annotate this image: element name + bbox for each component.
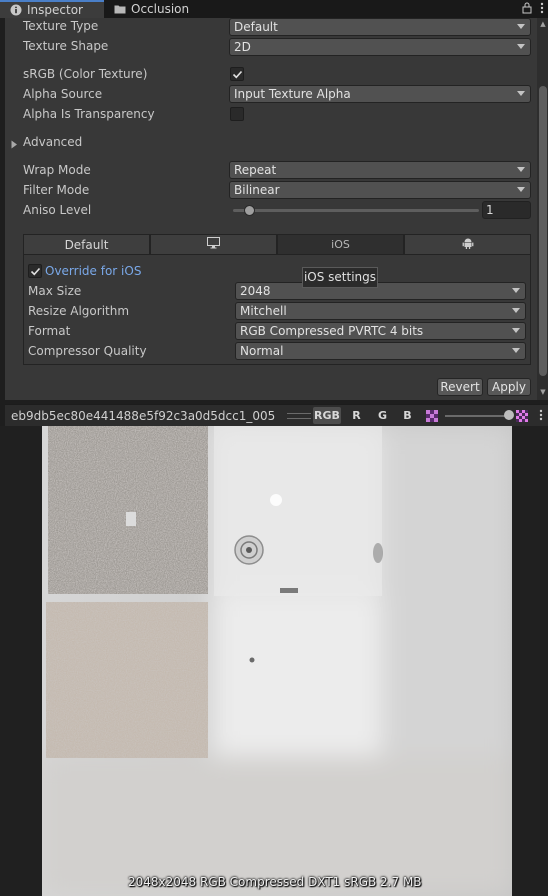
tab-inspector[interactable]: Inspector [0, 0, 104, 18]
max-size-label: Max Size [28, 284, 82, 298]
tab-occlusion[interactable]: Occlusion [104, 0, 200, 18]
wrap-mode-label: Wrap Mode [23, 163, 91, 177]
aniso-level-label: Aniso Level [23, 203, 92, 217]
more-options-icon[interactable] [540, 2, 544, 17]
texture-shape-label: Texture Shape [23, 39, 109, 53]
alpha-source-dropdown[interactable]: Input Texture Alpha [229, 85, 531, 103]
tab-platform-standalone[interactable] [150, 234, 277, 255]
chevron-down-icon [517, 167, 525, 172]
channel-g-button[interactable]: G [371, 407, 394, 424]
chevron-down-icon [517, 187, 525, 192]
alpha-source-label: Alpha Source [23, 87, 103, 101]
more-options-icon[interactable] [539, 409, 543, 424]
preview-toolbar: eb9db5ec80e441488e5f92c3a0d5dcc1_005 RGB… [5, 404, 548, 426]
override-ios-label[interactable]: Override for iOS [45, 264, 141, 278]
lock-icon[interactable] [522, 2, 532, 17]
format-value: RGB Compressed PVRTC 4 bits [240, 324, 424, 338]
compressor-quality-value: Normal [240, 344, 284, 358]
chevron-down-icon [512, 288, 520, 293]
tab-platform-android[interactable] [404, 234, 531, 255]
checkmark-icon [30, 267, 41, 276]
format-label: Format [28, 324, 71, 338]
tab-occlusion-label: Occlusion [131, 2, 190, 16]
ios-settings-tooltip: iOS settings [302, 267, 378, 288]
android-icon [462, 237, 474, 252]
aniso-slider-track[interactable] [233, 209, 479, 212]
tab-platform-ios[interactable]: iOS [277, 234, 404, 255]
mip-slider-thumb[interactable] [504, 410, 514, 420]
alpha-transparency-label: Alpha Is Transparency [23, 107, 155, 121]
channel-r-button[interactable]: R [345, 407, 368, 424]
scroll-down-icon[interactable]: ▼ [539, 388, 547, 396]
chevron-down-icon [517, 91, 525, 96]
tab-inspector-label: Inspector [27, 3, 83, 17]
srgb-checkbox[interactable] [230, 67, 244, 81]
apply-button[interactable]: Apply [487, 378, 531, 396]
filter-mode-value: Bilinear [234, 183, 280, 197]
channel-b-button[interactable]: B [396, 407, 419, 424]
override-ios-checkbox[interactable] [28, 264, 42, 278]
scrollbar-thumb[interactable] [539, 86, 547, 376]
resize-algorithm-label: Resize Algorithm [28, 304, 130, 318]
checkmark-icon [232, 70, 243, 79]
wrap-mode-dropdown[interactable]: Repeat [229, 161, 531, 179]
chevron-down-icon [512, 348, 520, 353]
advanced-foldout-label[interactable]: Advanced [23, 135, 82, 149]
srgb-label: sRGB (Color Texture) [23, 67, 148, 81]
texture-info-status: 2048x2048 RGB Compressed DXT1 sRGB 2.7 M… [128, 875, 422, 889]
max-size-value: 2048 [240, 284, 271, 298]
aniso-level-field[interactable]: 1 [482, 201, 531, 219]
texture-shape-dropdown[interactable]: 2D [229, 38, 531, 56]
resize-algorithm-dropdown[interactable]: Mitchell [235, 302, 526, 320]
chevron-down-icon [512, 308, 520, 313]
chevron-down-icon [517, 44, 525, 49]
tab-platform-default[interactable]: Default [23, 234, 150, 255]
tab-default-label: Default [64, 237, 109, 252]
window-tab-bar: Inspector Occlusion [0, 0, 548, 18]
revert-button[interactable]: Revert [437, 378, 483, 396]
resize-algorithm-value: Mitchell [240, 304, 287, 318]
filter-mode-dropdown[interactable]: Bilinear [229, 181, 531, 199]
aniso-slider-thumb[interactable] [244, 205, 255, 216]
format-dropdown[interactable]: RGB Compressed PVRTC 4 bits [235, 322, 526, 340]
channel-rgb-button[interactable]: RGB [313, 407, 341, 424]
alpha-transparency-checkbox[interactable] [230, 107, 244, 121]
chevron-down-icon [517, 24, 525, 29]
max-size-dropdown[interactable]: 2048 [235, 282, 526, 300]
texture-type-value: Default [234, 20, 278, 34]
chevron-down-icon [512, 328, 520, 333]
drag-handle-icon[interactable] [287, 413, 311, 419]
filter-mode-label: Filter Mode [23, 183, 90, 197]
texture-shape-value: 2D [234, 40, 251, 54]
compressor-quality-dropdown[interactable]: Normal [235, 342, 526, 360]
asset-name: eb9db5ec80e441488e5f92c3a0d5dcc1_005 [11, 409, 276, 423]
info-icon [10, 4, 22, 16]
alpha-source-value: Input Texture Alpha [234, 87, 351, 101]
monitor-icon [207, 237, 220, 252]
mipmap-large-icon [516, 410, 528, 425]
mipmap-small-icon [426, 410, 438, 425]
scroll-up-icon[interactable]: ▲ [539, 20, 547, 28]
folder-icon [114, 3, 126, 15]
compressor-quality-label: Compressor Quality [28, 344, 147, 358]
foldout-arrow-icon[interactable] [11, 138, 18, 152]
texture-type-dropdown[interactable]: Default [229, 18, 531, 36]
wrap-mode-value: Repeat [234, 163, 277, 177]
mip-slider-track[interactable] [445, 415, 511, 417]
tab-ios-label: iOS [331, 238, 350, 251]
texture-type-label: Texture Type [23, 19, 99, 33]
texture-preview-image [42, 426, 512, 896]
platform-tabs: Default iOS [23, 234, 531, 255]
